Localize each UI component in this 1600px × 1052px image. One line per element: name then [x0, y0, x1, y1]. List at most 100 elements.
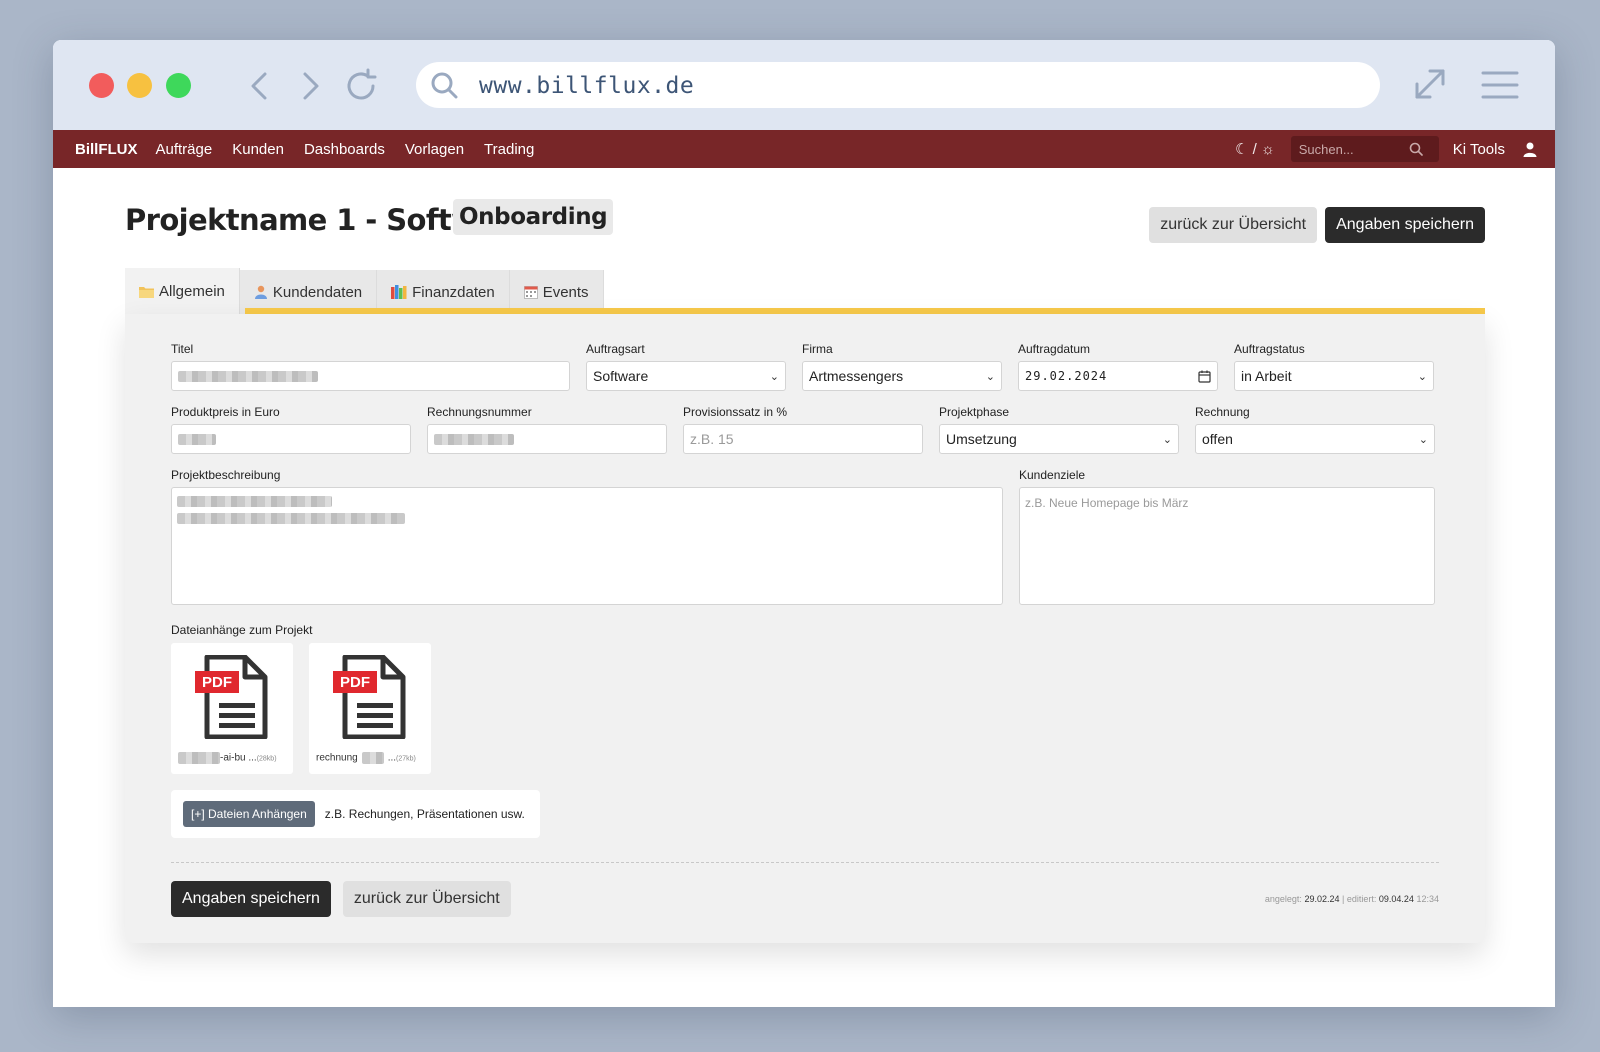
form-row-1: Titel Auftragsart Software ⌄ Firma Artmes…: [171, 342, 1439, 391]
file-name: rechnung ...(27kb): [316, 752, 416, 764]
chevron-down-icon: ⌄: [769, 370, 779, 383]
pdf-file-icon: PDF: [333, 655, 406, 739]
edited-date: 09.04.24: [1378, 894, 1414, 904]
field-projektbeschreibung: Projektbeschreibung: [171, 468, 1003, 605]
bottom-actions: Angaben speichern zurück zur Übersicht a…: [171, 881, 1439, 917]
attachments-label: Dateianhänge zum Projekt: [171, 623, 313, 637]
back-to-overview-button[interactable]: zurück zur Übersicht: [1149, 207, 1318, 243]
projektbeschreibung-textarea[interactable]: [171, 487, 1003, 605]
field-projektphase: Projektphase Umsetzung ⌄: [939, 405, 1179, 454]
field-provisionssatz: Provisionssatz in % z.B. 15: [683, 405, 923, 454]
field-produktpreis: Produktpreis in Euro: [171, 405, 411, 454]
forward-arrow-icon[interactable]: [291, 68, 327, 104]
projektphase-select[interactable]: Umsetzung ⌄: [939, 424, 1179, 454]
tab-allgemein[interactable]: Allgemein: [125, 268, 240, 314]
edited-label: editiert:: [1346, 894, 1377, 904]
auftragstatus-select[interactable]: in Arbeit ⌄: [1234, 361, 1434, 391]
back-arrow-icon[interactable]: [243, 68, 279, 104]
close-window-button[interactable]: [89, 73, 114, 98]
auftragsart-select[interactable]: Software ⌄: [586, 361, 786, 391]
nav-link-auftraege[interactable]: Aufträge: [156, 141, 213, 158]
nav-search[interactable]: [1290, 136, 1439, 162]
auftragsart-value: Software: [593, 368, 649, 384]
meta-separator: |: [1342, 894, 1345, 904]
auftragdatum-value: 29.02.2024: [1025, 369, 1108, 383]
nav-link-dashboards[interactable]: Dashboards: [304, 141, 385, 158]
kundenziele-label: Kundenziele: [1019, 468, 1086, 482]
firma-select[interactable]: Artmessengers ⌄: [802, 361, 1002, 391]
titel-input[interactable]: [171, 361, 570, 391]
main-content: Projektname 1 - Software Onboarding zurü…: [53, 168, 1555, 943]
save-button-bottom[interactable]: Angaben speichern: [171, 881, 331, 917]
redacted-text: [177, 496, 332, 507]
attachments-list: PDF -ai-bu ...(28kb) PDF rechnung...(27: [171, 643, 1439, 774]
file-card[interactable]: PDF rechnung ...(27kb): [309, 643, 431, 774]
firma-label: Firma: [802, 342, 833, 356]
tab-bar: Allgemein Kundendaten Finanzdaten Events: [125, 268, 1485, 314]
nav-link-vorlagen[interactable]: Vorlagen: [405, 141, 464, 158]
expand-icon[interactable]: [1413, 67, 1447, 101]
pdf-label: PDF: [340, 674, 370, 691]
field-rechnungsnummer: Rechnungsnummer: [427, 405, 667, 454]
minimize-window-button[interactable]: [127, 73, 152, 98]
auftragdatum-label: Auftragdatum: [1018, 342, 1091, 356]
attach-hint: z.B. Rechungen, Präsentationen usw.: [324, 807, 525, 821]
ki-tools-link[interactable]: Ki Tools: [1453, 141, 1505, 158]
kundenziele-textarea[interactable]: z.B. Neue Homepage bis März: [1019, 487, 1435, 605]
provisionssatz-label: Provisionssatz in %: [683, 405, 788, 419]
back-to-overview-button-bottom[interactable]: zurück zur Übersicht: [342, 881, 511, 917]
nav-link-kunden[interactable]: Kunden: [232, 141, 284, 158]
redacted-text: [361, 752, 384, 764]
field-rechnung: Rechnung offen ⌄: [1195, 405, 1435, 454]
auftragstatus-label: Auftragstatus: [1234, 342, 1305, 356]
calendar-icon[interactable]: [1198, 370, 1211, 383]
field-titel: Titel: [171, 342, 570, 391]
redacted-text: [178, 370, 318, 382]
tab-label: Kundendaten: [272, 283, 363, 301]
tab-label: Events: [542, 283, 589, 301]
address-bar[interactable]: www.billflux.de: [416, 62, 1380, 108]
file-card[interactable]: PDF -ai-bu ...(28kb): [171, 643, 293, 774]
brand-logo[interactable]: BillFLUX: [75, 141, 138, 158]
auftragdatum-input[interactable]: 29.02.2024: [1018, 361, 1218, 391]
firma-value: Artmessengers: [809, 368, 904, 384]
edited-time: 12:34: [1416, 894, 1439, 904]
file-name-text: -ai-bu ...: [220, 752, 257, 764]
chevron-down-icon: ⌄: [1418, 433, 1428, 446]
folder-icon: [139, 286, 154, 298]
form-panel: Titel Auftragsart Software ⌄ Firma Artmes…: [125, 314, 1485, 943]
search-icon[interactable]: [1409, 142, 1423, 156]
field-auftragstatus: Auftragstatus in Arbeit ⌄: [1234, 342, 1434, 391]
top-actions: zurück zur Übersicht Angaben speichern: [1149, 207, 1485, 243]
top-navigation: BillFLUX Aufträge Kunden Dashboards Vorl…: [53, 130, 1555, 168]
rechnungsnummer-input[interactable]: [427, 424, 667, 454]
produktpreis-input[interactable]: [171, 424, 411, 454]
attach-files-button[interactable]: [+] Dateien Anhängen: [183, 801, 315, 827]
user-icon[interactable]: [1523, 142, 1537, 157]
file-name-suffix: ...: [387, 752, 397, 764]
nav-link-trading[interactable]: Trading: [484, 141, 534, 158]
titel-label: Titel: [171, 342, 194, 356]
save-button[interactable]: Angaben speichern: [1325, 207, 1485, 243]
created-label: angelegt:: [1264, 894, 1302, 904]
theme-toggle[interactable]: ☾ / ☼: [1235, 140, 1275, 158]
url-text: www.billflux.de: [479, 73, 695, 99]
maximize-window-button[interactable]: [166, 73, 191, 98]
browser-window: www.billflux.de BillFLUX Aufträge Kunden…: [53, 40, 1555, 1007]
produktpreis-label: Produktpreis in Euro: [171, 405, 280, 419]
file-size: (27kb): [396, 755, 416, 763]
provisionssatz-input[interactable]: z.B. 15: [683, 424, 923, 454]
rechnungsnummer-label: Rechnungsnummer: [427, 405, 532, 419]
file-name: -ai-bu ...(28kb): [178, 752, 277, 764]
projektphase-label: Projektphase: [939, 405, 1010, 419]
reload-icon[interactable]: [343, 68, 379, 104]
search-icon: [431, 72, 458, 99]
hamburger-menu-icon[interactable]: [1481, 70, 1519, 100]
rechnung-select[interactable]: offen ⌄: [1195, 424, 1435, 454]
redacted-text: [178, 752, 220, 764]
redacted-text: [434, 433, 514, 445]
auftragsart-label: Auftragsart: [586, 342, 645, 356]
divider: [171, 862, 1439, 863]
nav-search-input[interactable]: [1298, 141, 1409, 157]
form-row-3: Projektbeschreibung Kundenziele z.B. Neu…: [171, 468, 1439, 605]
